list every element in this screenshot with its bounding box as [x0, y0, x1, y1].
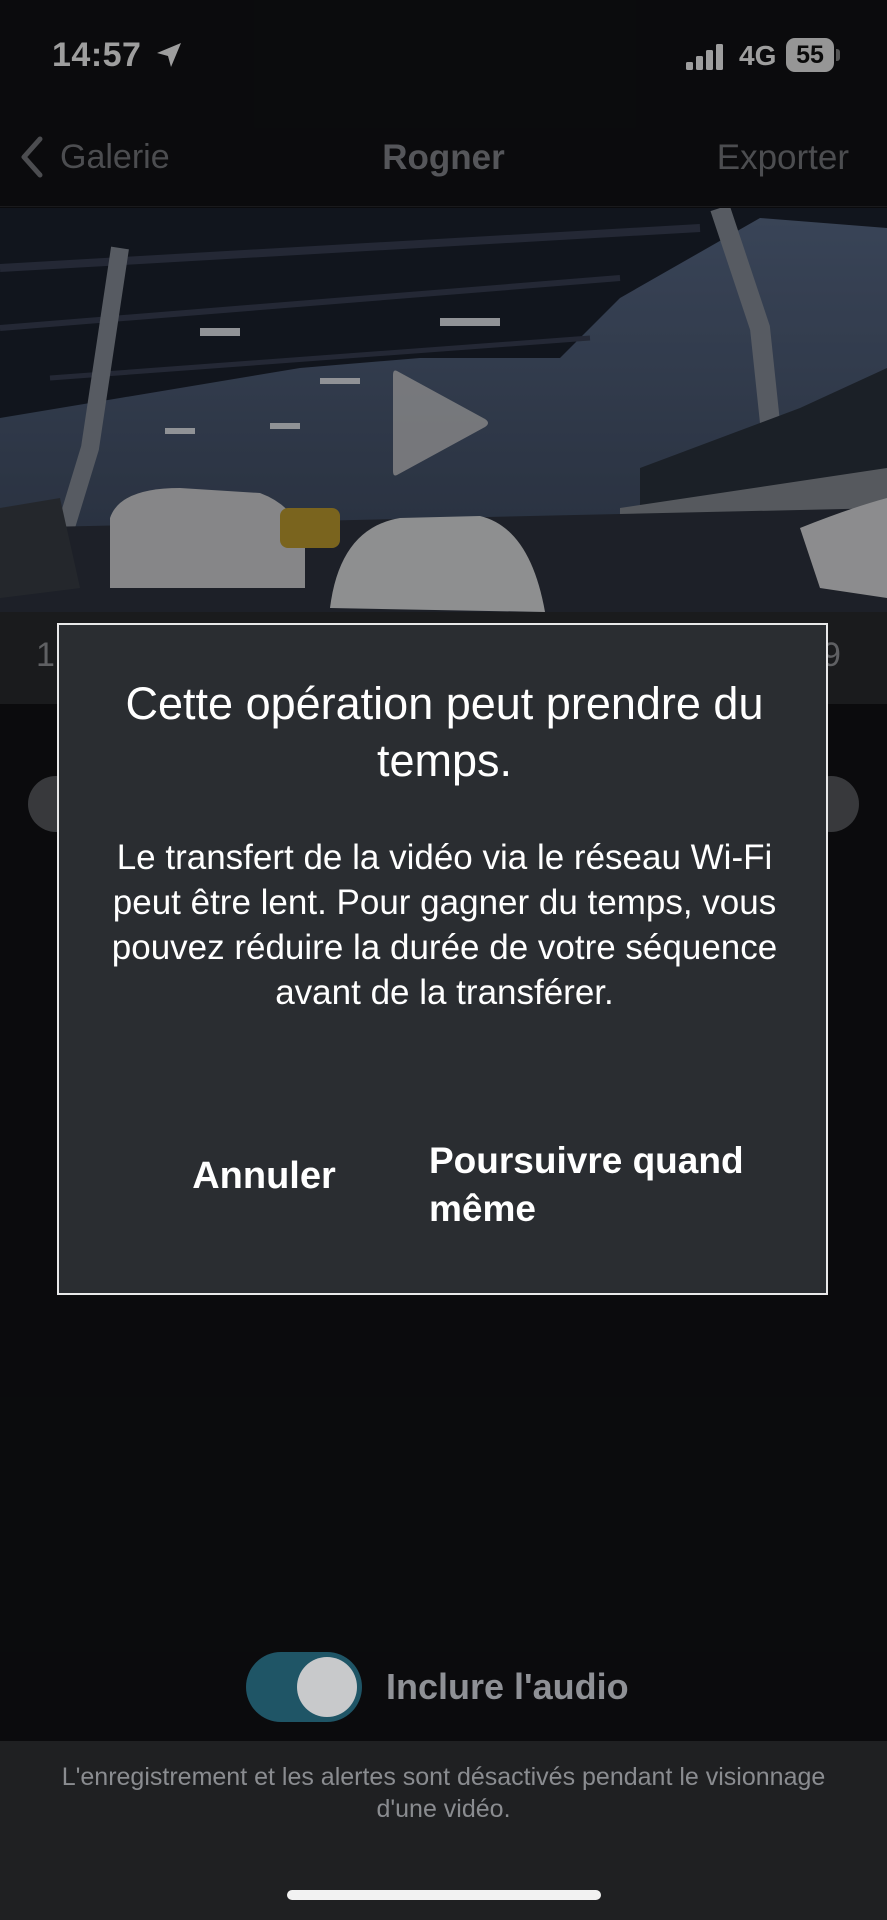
include-audio-label: Inclure l'audio [386, 1666, 629, 1707]
dialog-message: Le transfert de la vidéo via le réseau W… [111, 838, 778, 1012]
alert-dialog: Cette opération peut prendre du temps. L… [57, 623, 828, 1295]
cancel-button[interactable]: Annuler [159, 1155, 369, 1198]
include-audio-toggle[interactable] [246, 1652, 362, 1722]
footer-notice: L'enregistrement et les alertes sont dés… [61, 1763, 826, 1823]
toggle-knob [297, 1657, 357, 1717]
home-indicator [287, 1890, 601, 1900]
dialog-title: Cette opération peut prendre du temps. [125, 678, 764, 786]
include-audio-row: Inclure l'audio [246, 1652, 646, 1724]
continue-anyway-button[interactable]: Poursuivre quand même [429, 1137, 749, 1233]
